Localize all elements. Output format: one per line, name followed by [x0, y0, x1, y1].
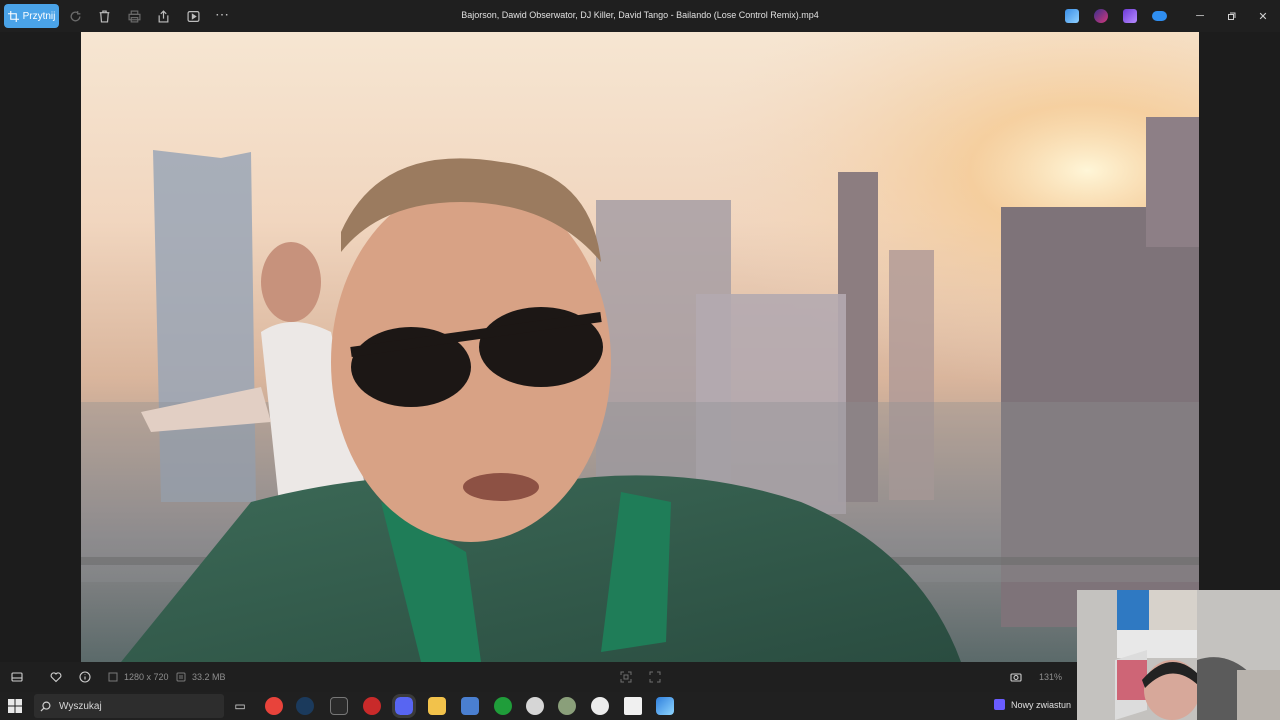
webcam-image — [1077, 590, 1280, 720]
favorite-icon[interactable] — [49, 670, 63, 684]
designer-icon[interactable] — [1123, 9, 1137, 23]
print-icon[interactable] — [126, 8, 142, 24]
news-widget[interactable]: Nowy zwiastun — [994, 699, 1071, 710]
steam-icon[interactable] — [296, 697, 314, 715]
onedrive-icon[interactable] — [1152, 11, 1167, 21]
crop-icon — [7, 10, 19, 22]
epic-games-icon[interactable] — [330, 697, 348, 715]
photos-taskbar-icon[interactable] — [656, 697, 674, 715]
clipchamp-icon[interactable] — [1094, 9, 1108, 23]
taskbar-search[interactable]: Wyszukaj — [34, 694, 224, 718]
xbox-icon[interactable] — [494, 697, 512, 715]
search-placeholder: Wyszukaj — [59, 700, 102, 712]
news-label: Nowy zwiastun — [1011, 699, 1072, 710]
security-icon[interactable] — [526, 697, 544, 715]
start-button[interactable] — [7, 698, 23, 714]
dimensions-icon — [106, 670, 120, 684]
info-icon[interactable] — [78, 670, 92, 684]
windows-icon — [8, 699, 22, 713]
edit-video-icon[interactable] — [185, 8, 201, 24]
zoom-level[interactable]: 131% — [1039, 672, 1062, 682]
fit-screen-icon[interactable] — [619, 670, 633, 684]
file-size-icon — [174, 670, 188, 684]
media-viewer — [0, 32, 1280, 662]
file-size-label: 33.2 MB — [192, 672, 226, 682]
brave-browser-icon[interactable] — [265, 697, 283, 715]
delete-icon[interactable] — [96, 8, 112, 24]
dimensions-label: 1280 x 720 — [124, 672, 169, 682]
g-hub-icon[interactable] — [591, 697, 609, 715]
crop-button-label: Przytnij — [22, 10, 56, 22]
discord-icon[interactable] — [392, 694, 416, 718]
photos-app-icon[interactable] — [1065, 9, 1079, 23]
file-explorer-icon[interactable] — [428, 697, 446, 715]
rotate-icon[interactable] — [67, 8, 83, 24]
full-screen-icon[interactable] — [648, 670, 662, 684]
minimize-button[interactable]: ─ — [1192, 8, 1208, 24]
task-view-icon[interactable]: ▭ — [231, 697, 249, 715]
remote-desktop-icon[interactable] — [461, 697, 479, 715]
rockstar-launcher-icon[interactable] — [363, 697, 381, 715]
video-frame[interactable] — [81, 32, 1199, 662]
video-frame-image — [81, 32, 1199, 662]
filmstrip-icon[interactable] — [10, 670, 24, 684]
search-icon — [40, 701, 51, 712]
share-icon[interactable] — [155, 8, 171, 24]
maximize-button[interactable] — [1223, 8, 1239, 24]
screenshot-icon[interactable] — [1009, 670, 1023, 684]
title-bar: Przytnij ⋯ Bajorson, Dawid Obserwator, D… — [0, 0, 1280, 32]
game-app-icon[interactable] — [558, 697, 576, 715]
webcam-overlay — [1077, 590, 1280, 720]
crop-button[interactable]: Przytnij — [4, 4, 59, 28]
video-icon — [994, 699, 1005, 710]
more-options-icon[interactable]: ⋯ — [214, 6, 230, 22]
close-button[interactable]: ✕ — [1255, 8, 1271, 24]
notion-icon[interactable] — [624, 697, 642, 715]
